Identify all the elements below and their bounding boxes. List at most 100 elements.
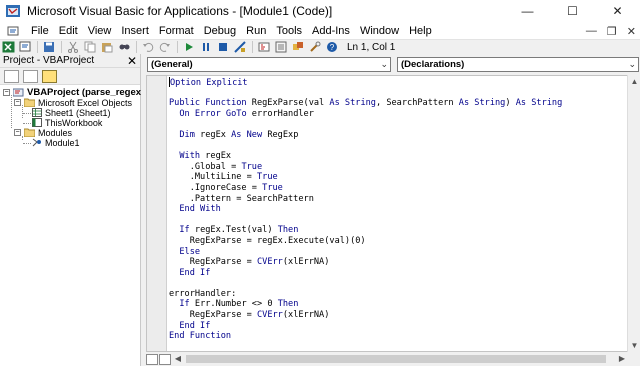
code-keyword: Then xyxy=(277,299,299,310)
undo-icon[interactable] xyxy=(140,40,156,54)
folder-icon xyxy=(24,98,35,107)
code-line[interactable]: Public Function RegExParse(val As String… xyxy=(169,98,562,109)
window-controls: — ☐ ✕ xyxy=(505,0,640,22)
reset-icon[interactable] xyxy=(215,40,231,54)
menu-run[interactable]: Run xyxy=(241,22,271,40)
object-browser-icon[interactable] xyxy=(290,40,306,54)
code-line[interactable]: errorHandler: xyxy=(169,289,562,300)
code-line[interactable]: On Error GoTo errorHandler xyxy=(169,109,562,120)
code-text[interactable]: Option Explicit Public Function RegExPar… xyxy=(169,77,562,342)
horizontal-scrollbar[interactable]: ◀ ▶ xyxy=(172,353,640,365)
code-line[interactable]: RegExParse = regEx.Execute(val)(0) xyxy=(169,236,562,247)
code-line[interactable]: Dim regEx As New RegExp xyxy=(169,130,562,141)
insert-module-icon[interactable] xyxy=(17,40,33,54)
doc-close-button[interactable]: ✕ xyxy=(627,25,636,38)
vertical-scrollbar[interactable]: ▲ ▼ xyxy=(627,75,640,352)
paste-icon[interactable] xyxy=(99,40,115,54)
doc-restore-button[interactable]: ❐ xyxy=(607,25,617,38)
menu-view[interactable]: View xyxy=(83,22,117,40)
minimize-button[interactable]: — xyxy=(505,0,550,22)
break-icon[interactable] xyxy=(198,40,214,54)
code-editor[interactable]: Option Explicit Public Function RegExPar… xyxy=(146,75,640,352)
code-keyword: True xyxy=(256,172,278,183)
code-line[interactable]: .IgnoreCase = True xyxy=(169,183,562,194)
code-token: Err.Number <> 0 xyxy=(189,299,278,310)
code-line[interactable]: With regEx xyxy=(169,151,562,162)
cut-icon[interactable] xyxy=(65,40,81,54)
modules-label: Modules xyxy=(38,128,73,138)
tree-item-modules[interactable]: − Modules xyxy=(0,128,140,138)
maximize-button[interactable]: ☐ xyxy=(550,0,595,22)
design-mode-icon[interactable] xyxy=(232,40,248,54)
menu-file[interactable]: File xyxy=(26,22,54,40)
menu-add-ins[interactable]: Add-Ins xyxy=(307,22,355,40)
code-line[interactable] xyxy=(169,215,562,226)
code-line[interactable]: End With xyxy=(169,204,562,215)
help-icon[interactable]: ? xyxy=(324,40,340,54)
toggle-folders-icon[interactable] xyxy=(42,69,57,83)
code-line[interactable]: RegExParse = CVErr(xlErrNA) xyxy=(169,257,562,268)
run-icon[interactable] xyxy=(181,40,197,54)
code-keyword: As String xyxy=(329,98,376,109)
procedure-view-icon[interactable] xyxy=(146,353,158,365)
code-line[interactable]: RegExParse = CVErr(xlErrNA) xyxy=(169,310,562,321)
code-keyword: True xyxy=(262,182,283,193)
procedure-combo[interactable]: (Declarations) ⌄ xyxy=(397,57,639,72)
code-line[interactable]: End If xyxy=(169,321,562,332)
tree-item-sheet1[interactable]: Sheet1 (Sheet1) xyxy=(0,108,140,118)
tree-item-thisworkbook[interactable]: ThisWorkbook xyxy=(0,118,140,128)
object-combo[interactable]: (General) ⌄ xyxy=(147,57,391,72)
full-module-view-icon[interactable] xyxy=(159,353,171,365)
menu-tools[interactable]: Tools xyxy=(271,22,307,40)
project-explorer-icon[interactable] xyxy=(256,40,272,54)
view-object-icon[interactable] xyxy=(23,69,38,83)
scroll-right-icon[interactable]: ▶ xyxy=(616,353,628,365)
tree-item-vbaproject[interactable]: − VBAProject (parse_regex.xls xyxy=(0,88,157,98)
project-tree: − VBAProject (parse_regex.xls − Microsof… xyxy=(0,85,157,148)
menu-debug[interactable]: Debug xyxy=(199,22,241,40)
code-line[interactable] xyxy=(169,119,562,130)
collapse-icon[interactable]: − xyxy=(3,89,10,96)
project-close-button[interactable]: ✕ xyxy=(127,54,137,68)
tree-item-module1[interactable]: Module1 xyxy=(0,138,140,148)
code-line[interactable]: .MultiLine = True xyxy=(169,172,562,183)
close-button[interactable]: ✕ xyxy=(595,0,640,22)
menu-window[interactable]: Window xyxy=(355,22,404,40)
save-icon[interactable] xyxy=(41,40,57,54)
view-excel-icon[interactable] xyxy=(0,40,16,54)
code-line[interactable]: Else xyxy=(169,247,562,258)
scroll-up-icon[interactable]: ▲ xyxy=(628,75,640,88)
scroll-thumb[interactable] xyxy=(186,355,606,363)
find-icon[interactable] xyxy=(116,40,132,54)
view-code-icon[interactable] xyxy=(4,69,19,83)
code-line[interactable]: .Pattern = SearchPattern xyxy=(169,194,562,205)
properties-icon[interactable] xyxy=(273,40,289,54)
scroll-left-icon[interactable]: ◀ xyxy=(172,353,184,365)
menu-insert[interactable]: Insert xyxy=(116,22,154,40)
code-line[interactable]: .Global = True xyxy=(169,162,562,173)
toolbox-icon[interactable] xyxy=(307,40,323,54)
menu-edit[interactable]: Edit xyxy=(54,22,83,40)
code-line[interactable] xyxy=(169,278,562,289)
code-line[interactable]: Option Explicit xyxy=(169,77,562,88)
scroll-down-icon[interactable]: ▼ xyxy=(628,339,640,352)
code-line[interactable]: If regEx.Test(val) Then xyxy=(169,225,562,236)
menu-format[interactable]: Format xyxy=(154,22,199,40)
code-line[interactable]: If Err.Number <> 0 Then xyxy=(169,299,562,310)
code-line[interactable]: End If xyxy=(169,268,562,279)
code-token: RegExParse(val xyxy=(246,98,330,109)
collapse-icon[interactable]: − xyxy=(14,129,21,136)
doc-minimize-button[interactable]: — xyxy=(586,25,597,37)
code-keyword: End Function xyxy=(169,331,232,342)
menu-help[interactable]: Help xyxy=(404,22,437,40)
collapse-icon[interactable]: − xyxy=(14,99,21,106)
code-line[interactable] xyxy=(169,141,562,152)
cursor-position: Ln 1, Col 1 xyxy=(347,41,396,53)
copy-icon[interactable] xyxy=(82,40,98,54)
margin-indicator-bar[interactable] xyxy=(147,76,167,351)
code-line[interactable]: End Function xyxy=(169,331,562,342)
redo-icon[interactable] xyxy=(157,40,173,54)
tree-item-excel-objects[interactable]: − Microsoft Excel Objects xyxy=(0,98,140,108)
code-line[interactable] xyxy=(169,88,562,99)
